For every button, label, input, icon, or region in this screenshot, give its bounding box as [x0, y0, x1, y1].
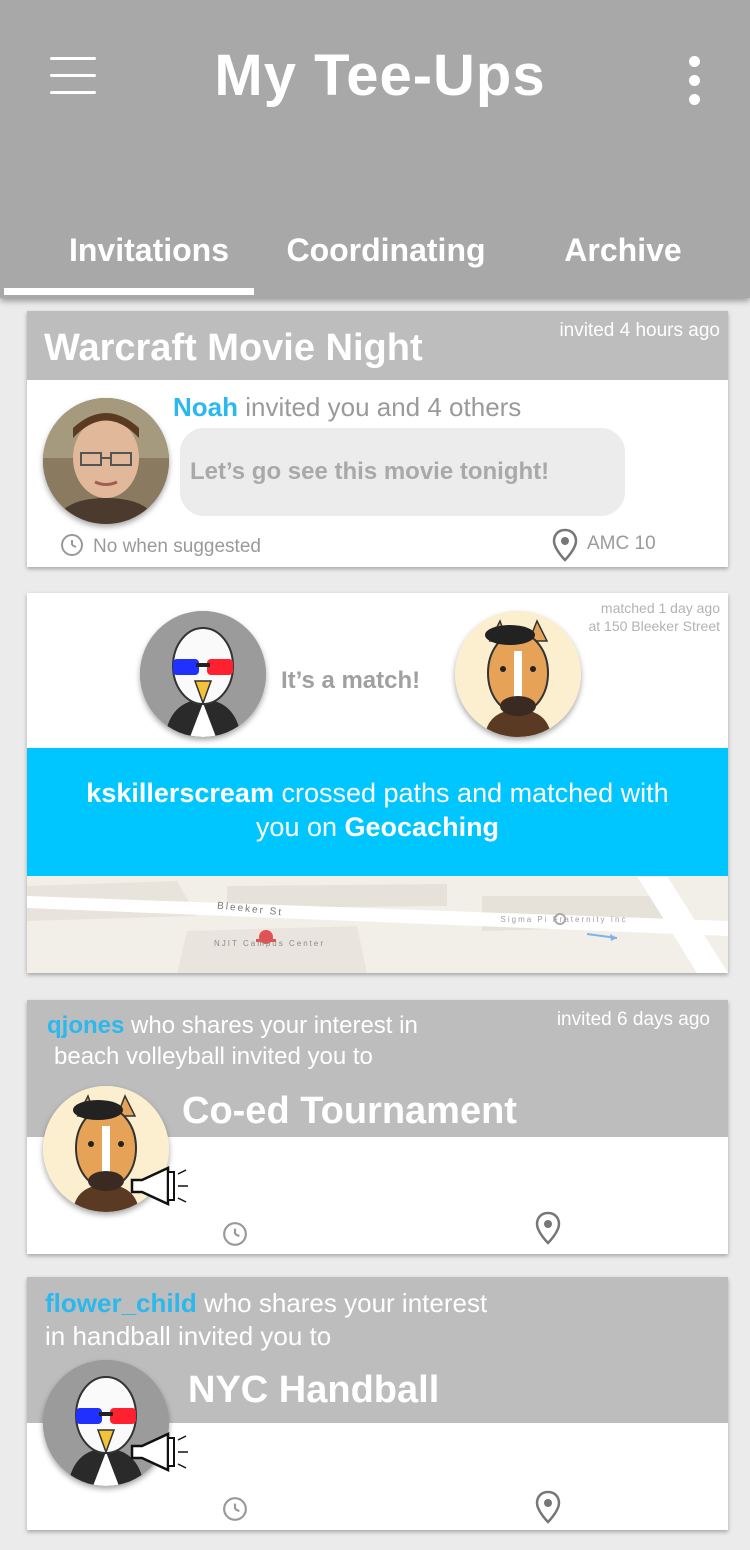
match-label: It’s a match!: [281, 667, 421, 694]
match-banner: kskillerscream crossed paths and matched…: [27, 748, 728, 876]
megaphone-icon: [128, 1430, 190, 1479]
event-title: Warcraft Movie Night: [44, 327, 423, 369]
match-username[interactable]: kskillerscream: [86, 778, 274, 808]
invite-text-1: who shares your interest: [203, 1288, 488, 1318]
match-time-line-1: matched 1 day ago: [600, 600, 720, 616]
invite-text-2: beach volleyball invited you to: [54, 1043, 373, 1070]
where-text[interactable]: AMC 10: [587, 533, 656, 555]
invite-description: qjones who shares your interest in beach…: [47, 1010, 418, 1072]
invite-line: Noah invited you and 4 others: [173, 392, 521, 423]
match-text-1: crossed paths and matched with: [281, 778, 669, 808]
avatar-eagle[interactable]: [140, 611, 266, 737]
message-bubble: Let’s go see this movie tonight!: [180, 428, 625, 516]
megaphone-icon: [128, 1164, 190, 1213]
map-poi-campus: NJIT Campus Center: [214, 939, 325, 948]
tab-archive[interactable]: Archive: [548, 232, 698, 269]
avatar-horse[interactable]: [455, 611, 581, 737]
match-location-line: at 150 Bleeker Street: [588, 618, 720, 634]
active-tab-indicator: [4, 288, 254, 295]
tab-invitations[interactable]: Invitations: [56, 232, 242, 269]
match-text-2: you on: [255, 812, 337, 842]
inviter-username[interactable]: qjones: [47, 1012, 124, 1039]
match-activity[interactable]: Geocaching: [345, 812, 500, 842]
tab-coordinating[interactable]: Coordinating: [272, 232, 500, 269]
invite-time: invited 6 days ago: [556, 1009, 710, 1030]
event-title: Co-ed Tournament: [182, 1090, 517, 1132]
location-pin-icon[interactable]: [535, 1490, 561, 1529]
map-poi-fraternity: Sigma Pi Fraternity Inc: [500, 915, 628, 924]
clock-icon: [60, 533, 84, 562]
location-pin-icon: [552, 528, 578, 567]
when-text[interactable]: No when suggested: [93, 536, 261, 558]
clock-icon[interactable]: [222, 1221, 248, 1252]
avatar-noah[interactable]: [43, 398, 169, 524]
event-title: NYC Handball: [188, 1369, 440, 1411]
invite-text: invited you and 4 others: [245, 392, 522, 422]
location-pin-icon[interactable]: [535, 1211, 561, 1250]
inviter-username[interactable]: flower_child: [45, 1288, 197, 1318]
clock-icon[interactable]: [222, 1496, 248, 1527]
invite-time: invited 4 hours ago: [559, 320, 720, 341]
app-bar: My Tee-Ups Invitations Coordinating Arch…: [0, 0, 750, 298]
match-time: matched 1 day ago at 150 Bleeker Street: [588, 599, 720, 635]
inviter-name[interactable]: Noah: [173, 392, 238, 422]
invite-text-2: in handball invited you to: [45, 1321, 332, 1351]
invite-description: flower_child who shares your interest in…: [45, 1287, 487, 1353]
map-view[interactable]: Bleeker St NJIT Campus Center Sigma Pi F…: [27, 876, 728, 973]
invite-text-1: who shares your interest in: [131, 1012, 418, 1039]
more-options-icon[interactable]: [680, 56, 708, 106]
match-card[interactable]: matched 1 day ago at 150 Bleeker Street …: [27, 593, 728, 973]
page-title: My Tee-Ups: [214, 43, 546, 108]
